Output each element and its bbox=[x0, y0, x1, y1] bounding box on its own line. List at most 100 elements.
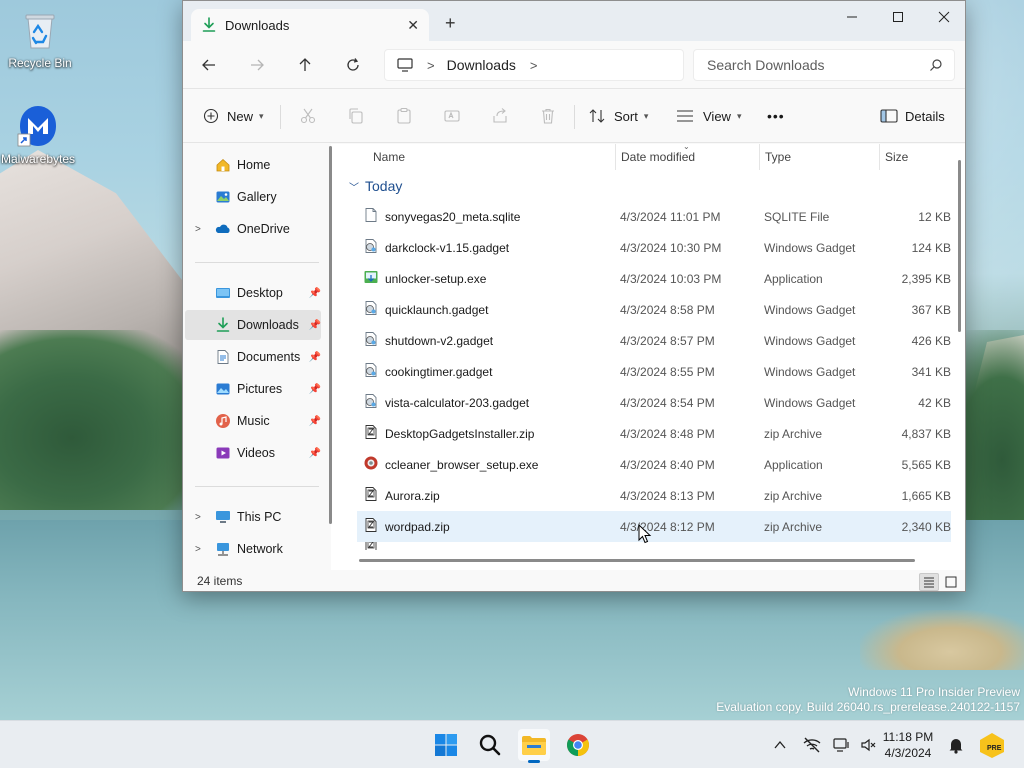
copy-icon[interactable] bbox=[347, 107, 365, 125]
more-options-button[interactable]: ••• bbox=[767, 104, 785, 128]
network-tray-button[interactable] bbox=[802, 735, 822, 755]
start-button[interactable] bbox=[430, 729, 462, 761]
column-date-label: Date modified bbox=[621, 150, 696, 164]
new-tab-button[interactable]: + bbox=[445, 13, 456, 34]
volume-tray-button[interactable] bbox=[858, 735, 878, 755]
refresh-button[interactable] bbox=[341, 53, 365, 77]
ccleaner-icon bbox=[357, 455, 385, 474]
close-tab-icon[interactable]: ✕ bbox=[407, 17, 419, 34]
column-divider[interactable] bbox=[615, 144, 616, 170]
forward-button[interactable] bbox=[245, 53, 269, 77]
vertical-scrollbar[interactable] bbox=[958, 160, 961, 332]
file-row[interactable]: wordpad.zip 4/3/2024 8:12 PM zip Archive 2,… bbox=[357, 511, 951, 542]
notifications-button[interactable] bbox=[946, 735, 966, 755]
clock-button[interactable]: 11:18 PM 4/3/2024 bbox=[880, 729, 936, 761]
pin-icon[interactable]: 📌 bbox=[309, 416, 321, 427]
sidebar-item-pictures[interactable]: Pictures 📌 bbox=[185, 374, 321, 404]
sidebar-label: Downloads bbox=[237, 318, 299, 332]
pin-icon[interactable]: 📌 bbox=[309, 352, 321, 363]
arrow-right-icon bbox=[251, 59, 264, 71]
file-row[interactable]: cookingtimer.gadget 4/3/2024 8:55 PM Windo… bbox=[357, 356, 951, 387]
rename-icon[interactable] bbox=[443, 107, 461, 125]
sidebar-scrollbar[interactable] bbox=[329, 146, 332, 524]
sidebar-divider bbox=[195, 486, 319, 487]
new-button[interactable]: New ▾ bbox=[203, 104, 264, 128]
view-button[interactable]: View ▾ bbox=[676, 104, 741, 128]
file-type: Windows Gadget bbox=[764, 302, 856, 317]
sort-button[interactable]: Sort ▾ bbox=[589, 104, 648, 128]
details-view-toggle[interactable] bbox=[919, 573, 939, 591]
pin-icon[interactable]: 📌 bbox=[309, 448, 321, 459]
insider-badge-button[interactable]: PRE bbox=[978, 731, 1006, 759]
pictures-icon bbox=[216, 383, 230, 395]
column-divider[interactable] bbox=[759, 144, 760, 170]
sidebar-item-this-pc[interactable]: > This PC bbox=[185, 502, 321, 532]
arrow-left-icon bbox=[202, 59, 215, 71]
column-header-size[interactable]: Size bbox=[885, 144, 908, 170]
file-row-partial[interactable] bbox=[357, 542, 951, 550]
paste-icon[interactable] bbox=[395, 107, 413, 125]
details-pane-button[interactable]: Details bbox=[880, 104, 945, 128]
sidebar-item-onedrive[interactable]: > OneDrive bbox=[185, 214, 321, 244]
tiles-view-toggle[interactable] bbox=[941, 573, 961, 591]
breadcrumb-item-downloads[interactable]: Downloads bbox=[447, 57, 516, 73]
show-hidden-icons-button[interactable] bbox=[770, 735, 790, 755]
videos-icon bbox=[216, 447, 230, 459]
delete-icon[interactable] bbox=[539, 107, 557, 125]
maximize-button[interactable] bbox=[875, 1, 921, 33]
file-row[interactable]: sonyvegas20_meta.sqlite 4/3/2024 11:01 PM… bbox=[357, 201, 951, 232]
chrome-taskbar-button[interactable] bbox=[562, 729, 594, 761]
file-row[interactable]: darkclock-v1.15.gadget 4/3/2024 10:30 PM W… bbox=[357, 232, 951, 263]
taskbar: 11:18 PM 4/3/2024 PRE bbox=[0, 720, 1024, 768]
up-button[interactable] bbox=[293, 53, 317, 77]
desktop-icon-malwarebytes[interactable]: Malwarebytes bbox=[0, 104, 78, 166]
status-bar: 24 items bbox=[183, 570, 965, 591]
file-type: Windows Gadget bbox=[764, 395, 856, 410]
back-button[interactable] bbox=[197, 53, 221, 77]
file-row[interactable]: ccleaner_browser_setup.exe 4/3/2024 8:40 … bbox=[357, 449, 951, 480]
file-size: 12 KB bbox=[918, 209, 951, 224]
column-divider[interactable] bbox=[879, 144, 880, 170]
cut-icon[interactable] bbox=[299, 107, 317, 125]
column-header-name[interactable]: Name bbox=[373, 144, 405, 170]
desktop-icon-recycle-bin[interactable]: Recycle Bin bbox=[0, 8, 80, 70]
chevron-right-icon[interactable]: > bbox=[195, 512, 201, 523]
sidebar-item-home[interactable]: Home bbox=[185, 150, 321, 180]
file-row[interactable]: unlocker-setup.exe 4/3/2024 10:03 PM Appli… bbox=[357, 263, 951, 294]
sidebar-item-music[interactable]: Music 📌 bbox=[185, 406, 321, 436]
sidebar-item-downloads[interactable]: Downloads 📌 bbox=[185, 310, 321, 340]
file-date: 4/3/2024 8:48 PM bbox=[620, 426, 715, 441]
sidebar-item-network[interactable]: > Network bbox=[185, 534, 321, 564]
sidebar-label: Home bbox=[237, 158, 271, 172]
file-row[interactable]: DesktopGadgetsInstaller.zip 4/3/2024 8:48… bbox=[357, 418, 951, 449]
pin-icon[interactable]: 📌 bbox=[309, 288, 321, 299]
search-input[interactable]: Search Downloads bbox=[693, 49, 955, 81]
sidebar-label: Desktop bbox=[237, 286, 283, 300]
horizontal-scrollbar[interactable] bbox=[359, 559, 915, 562]
minimize-button[interactable] bbox=[829, 1, 875, 33]
file-row[interactable]: vista-calculator-203.gadget 4/3/2024 8:54… bbox=[357, 387, 951, 418]
sidebar-item-videos[interactable]: Videos 📌 bbox=[185, 438, 321, 468]
file-row[interactable]: shutdown-v2.gadget 4/3/2024 8:57 PM Window… bbox=[357, 325, 951, 356]
group-header-today[interactable]: ﹀ Today bbox=[349, 178, 402, 194]
column-header-type[interactable]: Type bbox=[765, 144, 791, 170]
chevron-right-icon[interactable]: > bbox=[195, 544, 201, 555]
display-tray-button[interactable] bbox=[832, 735, 852, 755]
file-row[interactable]: Aurora.zip 4/3/2024 8:13 PM zip Archive 1,6… bbox=[357, 480, 951, 511]
file-explorer-taskbar-button[interactable] bbox=[518, 729, 550, 763]
tab-downloads[interactable]: Downloads ✕ bbox=[191, 9, 429, 41]
chevron-right-icon[interactable]: > bbox=[195, 224, 201, 235]
pin-icon[interactable]: 📌 bbox=[309, 320, 321, 331]
search-button[interactable] bbox=[474, 729, 506, 761]
file-row[interactable]: quicklaunch.gadget 4/3/2024 8:58 PM Window… bbox=[357, 294, 951, 325]
share-icon[interactable] bbox=[491, 107, 509, 125]
sidebar-item-gallery[interactable]: Gallery bbox=[185, 182, 321, 212]
sort-icon bbox=[589, 109, 605, 123]
wallpaper-trees-left bbox=[0, 330, 210, 510]
sidebar-item-desktop[interactable]: Desktop 📌 bbox=[185, 278, 321, 308]
close-window-button[interactable] bbox=[921, 1, 965, 33]
breadcrumb[interactable]: > Downloads > bbox=[384, 49, 684, 81]
pin-icon[interactable]: 📌 bbox=[309, 384, 321, 395]
chevron-right-icon[interactable]: > bbox=[530, 58, 538, 73]
sidebar-item-documents[interactable]: Documents 📌 bbox=[185, 342, 321, 372]
